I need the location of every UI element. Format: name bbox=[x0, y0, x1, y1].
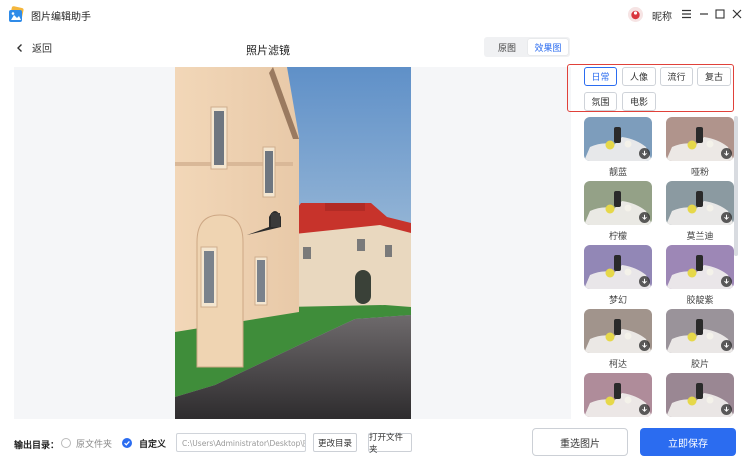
filter-item[interactable]: 胶靛紫 bbox=[666, 245, 734, 306]
download-icon[interactable] bbox=[721, 212, 732, 223]
radio-original-folder[interactable] bbox=[61, 438, 71, 448]
back-label: 返回 bbox=[32, 44, 52, 55]
filter-item[interactable] bbox=[584, 373, 652, 419]
check-icon bbox=[124, 440, 130, 446]
view-toggle: 原图 效果图 bbox=[484, 37, 570, 57]
filter-thumbnail[interactable] bbox=[666, 117, 734, 161]
chevron-left-icon bbox=[17, 43, 22, 52]
download-icon[interactable] bbox=[639, 148, 650, 159]
filter-thumbnail[interactable] bbox=[584, 181, 652, 225]
app-logo-icon bbox=[8, 6, 25, 23]
radio-custom-folder[interactable] bbox=[122, 438, 132, 448]
filter-thumbnail[interactable] bbox=[666, 309, 734, 353]
filter-item[interactable] bbox=[666, 373, 734, 419]
filter-item[interactable]: 靓蓝 bbox=[584, 117, 652, 178]
filter-thumbnail[interactable] bbox=[584, 117, 652, 161]
download-icon[interactable] bbox=[721, 340, 732, 351]
download-icon[interactable] bbox=[639, 212, 650, 223]
tab-original[interactable]: 原图 bbox=[487, 39, 527, 55]
reselect-image-button[interactable]: 重选图片 bbox=[532, 428, 628, 456]
filter-label: 柠檬 bbox=[608, 232, 627, 242]
filter-item[interactable]: 哑粉 bbox=[666, 117, 734, 178]
filter-thumbnail[interactable] bbox=[666, 181, 734, 225]
filter-item[interactable]: 莫兰迪 bbox=[666, 181, 734, 242]
filter-scrollbar[interactable] bbox=[734, 116, 738, 256]
filter-thumbnail[interactable] bbox=[584, 373, 652, 417]
maximize-icon bbox=[715, 9, 725, 19]
back-button[interactable]: 返回 bbox=[14, 40, 52, 55]
user-avatar[interactable] bbox=[628, 7, 643, 22]
category-atmosphere[interactable]: 氛围 bbox=[584, 92, 617, 111]
filter-label: 梦幻 bbox=[608, 296, 627, 306]
output-path-field[interactable]: C:\Users\Administrator\Desktop\图 bbox=[176, 433, 306, 452]
filter-item[interactable]: 梦幻 bbox=[584, 245, 652, 306]
option-original-label[interactable]: 原文件夹 bbox=[76, 437, 112, 450]
option-custom-label[interactable]: 自定义 bbox=[139, 437, 166, 450]
download-icon[interactable] bbox=[639, 340, 650, 351]
filter-label: 莫兰迪 bbox=[686, 232, 714, 242]
maximize-button[interactable] bbox=[711, 5, 729, 23]
nickname[interactable]: 昵称 bbox=[652, 8, 672, 23]
download-icon[interactable] bbox=[639, 404, 650, 415]
change-dir-button[interactable]: 更改目录 bbox=[313, 433, 357, 452]
download-icon[interactable] bbox=[721, 404, 732, 415]
save-now-button[interactable]: 立即保存 bbox=[640, 428, 736, 456]
category-retro[interactable]: 复古 bbox=[697, 67, 731, 86]
filter-label: 哑粉 bbox=[690, 168, 709, 178]
filter-item[interactable]: 胶片 bbox=[666, 309, 734, 370]
filter-label: 柯达 bbox=[608, 360, 627, 370]
app-title: 图片编辑助手 bbox=[31, 12, 91, 23]
tab-effect[interactable]: 效果图 bbox=[528, 39, 568, 55]
download-icon[interactable] bbox=[639, 276, 650, 287]
filter-thumbnail[interactable] bbox=[584, 309, 652, 353]
close-icon bbox=[732, 9, 742, 19]
category-popular[interactable]: 流行 bbox=[660, 67, 693, 86]
preview-photo bbox=[175, 67, 411, 419]
filter-item[interactable]: 柯达 bbox=[584, 309, 652, 370]
filter-thumbnail[interactable] bbox=[666, 373, 734, 417]
filter-label: 胶靛紫 bbox=[686, 296, 714, 306]
title-bar: 图片编辑助手 昵称 bbox=[0, 0, 750, 30]
menu-icon bbox=[681, 9, 691, 19]
open-folder-button[interactable]: 打开文件夹 bbox=[368, 433, 412, 455]
filter-item[interactable]: 柠檬 bbox=[584, 181, 652, 242]
category-film[interactable]: 电影 bbox=[622, 92, 656, 111]
filter-grid: 靓蓝 哑粉柠檬 莫兰迪梦幻 胶靛紫柯达 胶片 bbox=[577, 114, 739, 419]
category-portrait[interactable]: 人像 bbox=[622, 67, 656, 86]
filter-label: 靓蓝 bbox=[608, 168, 627, 178]
filter-thumbnail[interactable] bbox=[666, 245, 734, 289]
category-daily[interactable]: 日常 bbox=[584, 67, 617, 86]
output-dir-label: 输出目录： bbox=[14, 441, 60, 451]
filter-thumbnail[interactable] bbox=[584, 245, 652, 289]
download-icon[interactable] bbox=[721, 148, 732, 159]
page-title: 照片滤镜 bbox=[246, 44, 290, 57]
menu-button[interactable] bbox=[677, 5, 695, 23]
close-button[interactable] bbox=[728, 5, 746, 23]
minimize-icon bbox=[700, 13, 708, 15]
download-icon[interactable] bbox=[721, 276, 732, 287]
filter-label: 胶片 bbox=[690, 360, 709, 370]
